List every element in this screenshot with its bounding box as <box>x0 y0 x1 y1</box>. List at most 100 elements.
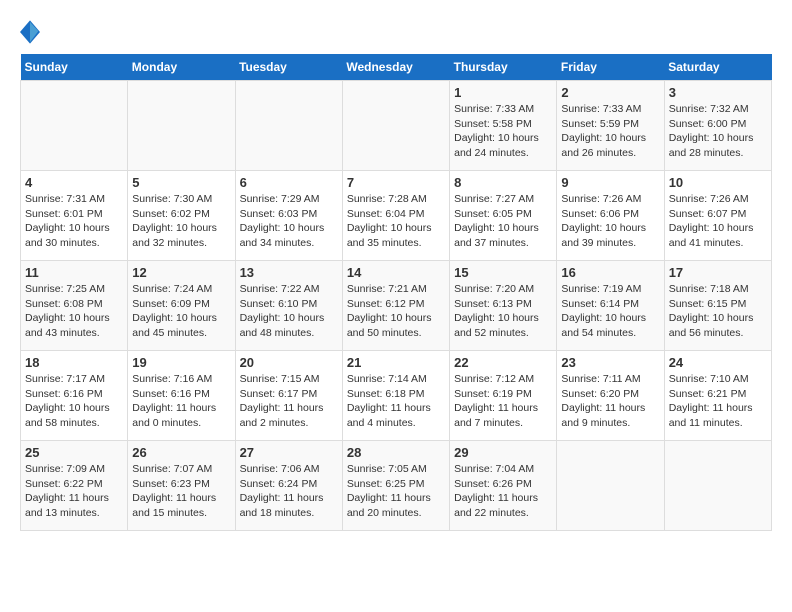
day-info: Sunrise: 7:30 AM Sunset: 6:02 PM Dayligh… <box>132 192 230 251</box>
day-of-week-header: Thursday <box>450 54 557 81</box>
day-info: Sunrise: 7:26 AM Sunset: 6:07 PM Dayligh… <box>669 192 767 251</box>
day-of-week-header: Saturday <box>664 54 771 81</box>
day-info: Sunrise: 7:33 AM Sunset: 5:58 PM Dayligh… <box>454 102 552 161</box>
day-of-week-header: Friday <box>557 54 664 81</box>
calendar-cell: 26 Sunrise: 7:07 AM Sunset: 6:23 PM Dayli… <box>128 441 235 531</box>
day-info: Sunrise: 7:27 AM Sunset: 6:05 PM Dayligh… <box>454 192 552 251</box>
calendar-cell: 8 Sunrise: 7:27 AM Sunset: 6:05 PM Daylig… <box>450 171 557 261</box>
day-info: Sunrise: 7:29 AM Sunset: 6:03 PM Dayligh… <box>240 192 338 251</box>
day-info: Sunrise: 7:31 AM Sunset: 6:01 PM Dayligh… <box>25 192 123 251</box>
day-number: 3 <box>669 85 767 100</box>
calendar-week-row: 1 Sunrise: 7:33 AM Sunset: 5:58 PM Daylig… <box>21 81 772 171</box>
calendar-cell: 4 Sunrise: 7:31 AM Sunset: 6:01 PM Daylig… <box>21 171 128 261</box>
day-info: Sunrise: 7:19 AM Sunset: 6:14 PM Dayligh… <box>561 282 659 341</box>
day-info: Sunrise: 7:28 AM Sunset: 6:04 PM Dayligh… <box>347 192 445 251</box>
day-info: Sunrise: 7:15 AM Sunset: 6:17 PM Dayligh… <box>240 372 338 431</box>
calendar-table: SundayMondayTuesdayWednesdayThursdayFrid… <box>20 54 772 531</box>
logo <box>20 20 44 44</box>
day-number: 28 <box>347 445 445 460</box>
day-number: 13 <box>240 265 338 280</box>
day-of-week-header: Tuesday <box>235 54 342 81</box>
calendar-header-row: SundayMondayTuesdayWednesdayThursdayFrid… <box>21 54 772 81</box>
day-number: 17 <box>669 265 767 280</box>
calendar-cell <box>21 81 128 171</box>
calendar-week-row: 4 Sunrise: 7:31 AM Sunset: 6:01 PM Daylig… <box>21 171 772 261</box>
day-number: 12 <box>132 265 230 280</box>
day-number: 4 <box>25 175 123 190</box>
day-number: 15 <box>454 265 552 280</box>
day-number: 1 <box>454 85 552 100</box>
calendar-cell: 23 Sunrise: 7:11 AM Sunset: 6:20 PM Dayli… <box>557 351 664 441</box>
day-info: Sunrise: 7:24 AM Sunset: 6:09 PM Dayligh… <box>132 282 230 341</box>
day-number: 8 <box>454 175 552 190</box>
calendar-cell: 11 Sunrise: 7:25 AM Sunset: 6:08 PM Dayli… <box>21 261 128 351</box>
day-info: Sunrise: 7:17 AM Sunset: 6:16 PM Dayligh… <box>25 372 123 431</box>
day-number: 10 <box>669 175 767 190</box>
calendar-cell: 20 Sunrise: 7:15 AM Sunset: 6:17 PM Dayli… <box>235 351 342 441</box>
calendar-cell: 24 Sunrise: 7:10 AM Sunset: 6:21 PM Dayli… <box>664 351 771 441</box>
calendar-cell: 25Sunrise: 7:09 AM Sunset: 6:22 PM Dayli… <box>21 441 128 531</box>
day-info: Sunrise: 7:21 AM Sunset: 6:12 PM Dayligh… <box>347 282 445 341</box>
calendar-cell <box>128 81 235 171</box>
day-number: 22 <box>454 355 552 370</box>
day-info: Sunrise: 7:22 AM Sunset: 6:10 PM Dayligh… <box>240 282 338 341</box>
day-info: Sunrise: 7:07 AM Sunset: 6:23 PM Dayligh… <box>132 462 230 521</box>
calendar-cell: 17Sunrise: 7:18 AM Sunset: 6:15 PM Dayli… <box>664 261 771 351</box>
calendar-week-row: 18 Sunrise: 7:17 AM Sunset: 6:16 PM Dayli… <box>21 351 772 441</box>
calendar-cell <box>664 441 771 531</box>
day-of-week-header: Sunday <box>21 54 128 81</box>
day-info: Sunrise: 7:25 AM Sunset: 6:08 PM Dayligh… <box>25 282 123 341</box>
calendar-cell <box>557 441 664 531</box>
day-number: 23 <box>561 355 659 370</box>
day-number: 27 <box>240 445 338 460</box>
day-number: 21 <box>347 355 445 370</box>
page-header <box>20 20 772 44</box>
calendar-cell: 13 Sunrise: 7:22 AM Sunset: 6:10 PM Dayli… <box>235 261 342 351</box>
day-number: 29 <box>454 445 552 460</box>
day-info: Sunrise: 7:10 AM Sunset: 6:21 PM Dayligh… <box>669 372 767 431</box>
calendar-cell: 18 Sunrise: 7:17 AM Sunset: 6:16 PM Dayli… <box>21 351 128 441</box>
day-number: 14 <box>347 265 445 280</box>
day-number: 18 <box>25 355 123 370</box>
day-number: 5 <box>132 175 230 190</box>
calendar-week-row: 11 Sunrise: 7:25 AM Sunset: 6:08 PM Dayli… <box>21 261 772 351</box>
day-number: 6 <box>240 175 338 190</box>
day-number: 2 <box>561 85 659 100</box>
day-number: 16 <box>561 265 659 280</box>
calendar-cell: 22 Sunrise: 7:12 AM Sunset: 6:19 PM Dayli… <box>450 351 557 441</box>
day-info: Sunrise: 7:09 AM Sunset: 6:22 PM Dayligh… <box>25 462 123 521</box>
day-info: Sunrise: 7:16 AM Sunset: 6:16 PM Dayligh… <box>132 372 230 431</box>
calendar-cell: 6 Sunrise: 7:29 AM Sunset: 6:03 PM Daylig… <box>235 171 342 261</box>
day-info: Sunrise: 7:20 AM Sunset: 6:13 PM Dayligh… <box>454 282 552 341</box>
day-info: Sunrise: 7:33 AM Sunset: 5:59 PM Dayligh… <box>561 102 659 161</box>
calendar-cell: 27Sunrise: 7:06 AM Sunset: 6:24 PM Dayli… <box>235 441 342 531</box>
calendar-cell: 9 Sunrise: 7:26 AM Sunset: 6:06 PM Daylig… <box>557 171 664 261</box>
calendar-cell: 28 Sunrise: 7:05 AM Sunset: 6:25 PM Dayli… <box>342 441 449 531</box>
day-info: Sunrise: 7:11 AM Sunset: 6:20 PM Dayligh… <box>561 372 659 431</box>
calendar-week-row: 25Sunrise: 7:09 AM Sunset: 6:22 PM Dayli… <box>21 441 772 531</box>
day-info: Sunrise: 7:04 AM Sunset: 6:26 PM Dayligh… <box>454 462 552 521</box>
day-number: 26 <box>132 445 230 460</box>
day-number: 24 <box>669 355 767 370</box>
calendar-cell: 3 Sunrise: 7:32 AM Sunset: 6:00 PM Daylig… <box>664 81 771 171</box>
calendar-cell: 21 Sunrise: 7:14 AM Sunset: 6:18 PM Dayli… <box>342 351 449 441</box>
calendar-cell: 1 Sunrise: 7:33 AM Sunset: 5:58 PM Daylig… <box>450 81 557 171</box>
day-info: Sunrise: 7:32 AM Sunset: 6:00 PM Dayligh… <box>669 102 767 161</box>
day-number: 9 <box>561 175 659 190</box>
day-of-week-header: Monday <box>128 54 235 81</box>
day-info: Sunrise: 7:14 AM Sunset: 6:18 PM Dayligh… <box>347 372 445 431</box>
calendar-cell: 29 Sunrise: 7:04 AM Sunset: 6:26 PM Dayli… <box>450 441 557 531</box>
day-info: Sunrise: 7:12 AM Sunset: 6:19 PM Dayligh… <box>454 372 552 431</box>
day-number: 11 <box>25 265 123 280</box>
logo-icon <box>20 20 40 44</box>
calendar-cell: 15 Sunrise: 7:20 AM Sunset: 6:13 PM Dayli… <box>450 261 557 351</box>
calendar-cell: 12 Sunrise: 7:24 AM Sunset: 6:09 PM Dayli… <box>128 261 235 351</box>
calendar-cell <box>342 81 449 171</box>
calendar-cell: 2 Sunrise: 7:33 AM Sunset: 5:59 PM Daylig… <box>557 81 664 171</box>
day-number: 20 <box>240 355 338 370</box>
day-info: Sunrise: 7:05 AM Sunset: 6:25 PM Dayligh… <box>347 462 445 521</box>
calendar-cell <box>235 81 342 171</box>
day-info: Sunrise: 7:26 AM Sunset: 6:06 PM Dayligh… <box>561 192 659 251</box>
calendar-cell: 16 Sunrise: 7:19 AM Sunset: 6:14 PM Dayli… <box>557 261 664 351</box>
calendar-cell: 10 Sunrise: 7:26 AM Sunset: 6:07 PM Dayli… <box>664 171 771 261</box>
